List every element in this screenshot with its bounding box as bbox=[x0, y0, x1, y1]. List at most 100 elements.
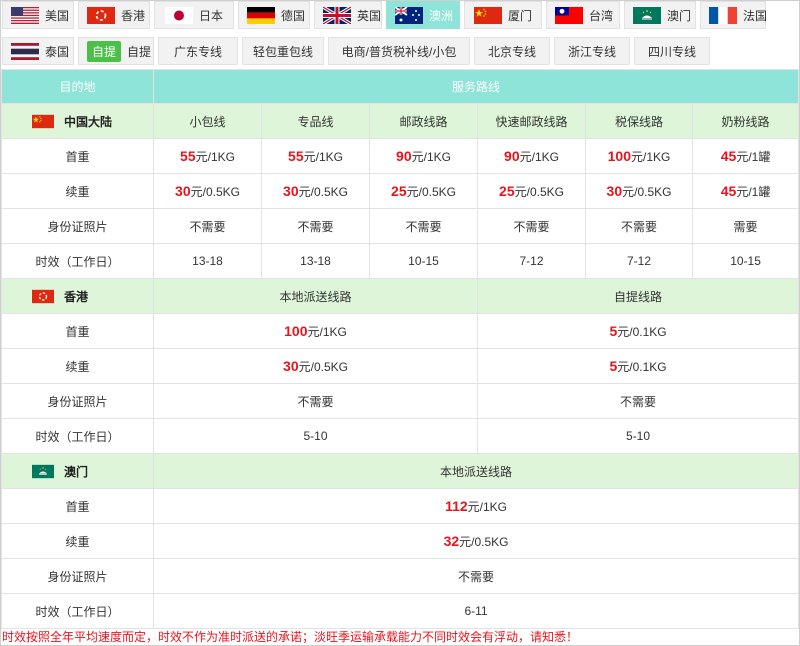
region-name: 澳门 bbox=[64, 464, 89, 479]
tab-label: 英国 bbox=[357, 8, 382, 23]
tab-light-heavy[interactable]: 轻包重包线 bbox=[242, 37, 324, 65]
price-unit: 元/1KG bbox=[631, 149, 671, 164]
line-name: 专品线 bbox=[261, 103, 370, 139]
tab-label: 日本 bbox=[198, 8, 223, 23]
time-cell: 13-18 bbox=[153, 243, 262, 279]
price-cell: 25元/0.5KG bbox=[477, 173, 586, 209]
price-value: 30 bbox=[283, 182, 299, 199]
table-row: 时效（工作日） 13-18 13-18 10-15 7-12 7-12 10-1… bbox=[1, 243, 800, 279]
mo-flag-icon bbox=[32, 464, 54, 479]
row-label: 续重 bbox=[1, 523, 154, 559]
table-header-row: 目的地 服务路线 bbox=[1, 69, 800, 104]
price-unit: 元/0.5KG bbox=[190, 184, 240, 199]
destination-header: 目的地 bbox=[1, 69, 154, 104]
tab-label: 自提 bbox=[127, 44, 152, 59]
tab-australia[interactable]: 澳洲 bbox=[386, 1, 460, 29]
price-cell: 30元/0.5KG bbox=[585, 173, 693, 209]
row-label: 续重 bbox=[1, 348, 154, 384]
hongkong-region-cell: 香港 bbox=[1, 278, 154, 314]
table-row: 首重 112元/1KG bbox=[1, 488, 800, 524]
fr-flag-icon bbox=[709, 6, 737, 24]
price-unit: 元/1KG bbox=[303, 149, 343, 164]
table-row: 续重 30元/0.5KG 30元/0.5KG 25元/0.5KG 25元/0.5… bbox=[1, 173, 800, 209]
tab-japan[interactable]: 日本 bbox=[154, 1, 234, 29]
tab-usa[interactable]: 美国 bbox=[2, 1, 74, 29]
price-unit: 元/1KG bbox=[195, 149, 235, 164]
price-cell: 55元/1KG bbox=[153, 138, 262, 174]
price-cell: 55元/1KG bbox=[261, 138, 370, 174]
price-unit: 元/1KG bbox=[519, 149, 559, 164]
id-cell: 不需要 bbox=[152, 558, 800, 594]
table-row: 续重 32元/0.5KG bbox=[1, 523, 800, 559]
tab-label: 香港 bbox=[121, 8, 146, 23]
tab-thailand[interactable]: 泰国 bbox=[2, 37, 74, 65]
hongkong-row: 香港 本地派送线路 自提线路 bbox=[1, 278, 800, 314]
id-cell: 不需要 bbox=[476, 383, 800, 419]
self-pickup-badge: 自提 bbox=[87, 40, 122, 62]
tab-france[interactable]: 法国 bbox=[700, 1, 768, 29]
tab-macau[interactable]: 澳门 bbox=[624, 1, 696, 29]
macau-region-cell: 澳门 bbox=[1, 453, 154, 489]
mo-flag-icon bbox=[633, 6, 661, 24]
region-name: 中国大陆 bbox=[64, 114, 113, 129]
row-label: 身份证照片 bbox=[1, 208, 154, 244]
tab-germany[interactable]: 德国 bbox=[238, 1, 310, 29]
price-value: 112 bbox=[445, 497, 468, 514]
table-row: 首重 55元/1KG 55元/1KG 90元/1KG 90元/1KG 100元/… bbox=[1, 138, 800, 174]
tab-label: 澳门 bbox=[667, 8, 692, 23]
time-cell: 7-12 bbox=[477, 243, 586, 279]
price-value: 45 bbox=[720, 147, 737, 164]
us-flag-icon bbox=[11, 6, 39, 24]
price-unit: 元/0.5KG bbox=[459, 534, 509, 549]
line-name: 小包线 bbox=[153, 103, 262, 139]
line-name: 奶粉线路 bbox=[691, 103, 800, 139]
tab-sichuan[interactable]: 四川专线 bbox=[634, 37, 710, 65]
price-unit: 元/0.5KG bbox=[406, 184, 456, 199]
id-cell: 不需要 bbox=[153, 208, 262, 244]
mainland-row: 中国大陆 小包线 专品线 邮政线路 快速邮政线路 税保线路 奶粉线路 bbox=[1, 103, 800, 139]
mainland-region-cell: 中国大陆 bbox=[1, 103, 154, 139]
tab-zhejiang[interactable]: 浙江专线 bbox=[554, 37, 630, 65]
price-cell: 45元/1罐 bbox=[691, 138, 800, 174]
time-cell: 7-12 bbox=[585, 243, 693, 279]
id-cell: 需要 bbox=[691, 208, 800, 244]
time-cell: 5-10 bbox=[476, 418, 800, 454]
price-unit: 元/0.5KG bbox=[514, 184, 564, 199]
tab-hongkong[interactable]: 香港 bbox=[78, 1, 150, 29]
time-cell: 5-10 bbox=[153, 418, 478, 454]
table-row: 身份证照片 不需要 不需要 不需要 不需要 不需要 需要 bbox=[1, 208, 800, 244]
price-cell: 30元/0.5KG bbox=[153, 173, 262, 209]
macau-row: 澳门 本地派送线路 bbox=[1, 453, 800, 489]
tab-label: 泰国 bbox=[45, 44, 70, 59]
tab-beijing[interactable]: 北京专线 bbox=[474, 37, 550, 65]
tab-taiwan[interactable]: 台湾 bbox=[546, 1, 620, 29]
tab-ecommerce[interactable]: 电商/普货税补线/小包 bbox=[328, 37, 470, 65]
tab-xiamen[interactable]: 厦门 bbox=[464, 1, 542, 29]
price-value: 32 bbox=[443, 532, 460, 549]
timing-notice: 时效按照全年平均速度而定，时效不作为准时派送的承诺；淡旺季运输承载能力不同时效会… bbox=[2, 630, 579, 644]
de-flag-icon bbox=[247, 6, 275, 24]
tw-flag-icon bbox=[555, 6, 583, 24]
price-cell: 45元/1罐 bbox=[691, 173, 800, 209]
row-label: 身份证照片 bbox=[1, 558, 154, 594]
price-value: 30 bbox=[283, 357, 299, 374]
tab-label: 广东专线 bbox=[173, 44, 222, 59]
id-cell: 不需要 bbox=[153, 383, 478, 419]
tab-label: 台湾 bbox=[589, 8, 614, 23]
tab-uk[interactable]: 英国 bbox=[314, 1, 382, 29]
tab-guangdong[interactable]: 广东专线 bbox=[158, 37, 238, 65]
tab-label: 法国 bbox=[743, 8, 768, 23]
row-label: 时效（工作日） bbox=[1, 243, 154, 279]
tab-label: 美国 bbox=[45, 8, 70, 23]
tab-label: 澳洲 bbox=[429, 8, 454, 23]
price-cell: 100元/1KG bbox=[153, 313, 478, 349]
hk-flag-icon bbox=[32, 289, 54, 304]
tab-self-pickup[interactable]: 自提 自提 bbox=[78, 37, 154, 65]
region-name: 香港 bbox=[64, 289, 89, 304]
table-row: 身份证照片 不需要 不需要 bbox=[1, 383, 800, 419]
hk-flag-icon bbox=[87, 6, 115, 24]
table-row: 时效（工作日） 6-11 bbox=[1, 593, 800, 629]
table-row: 时效（工作日） 5-10 5-10 bbox=[1, 418, 800, 454]
price-unit: 元/1罐 bbox=[736, 184, 771, 199]
tab-label: 电商/普货税补线/小包 bbox=[341, 44, 457, 59]
